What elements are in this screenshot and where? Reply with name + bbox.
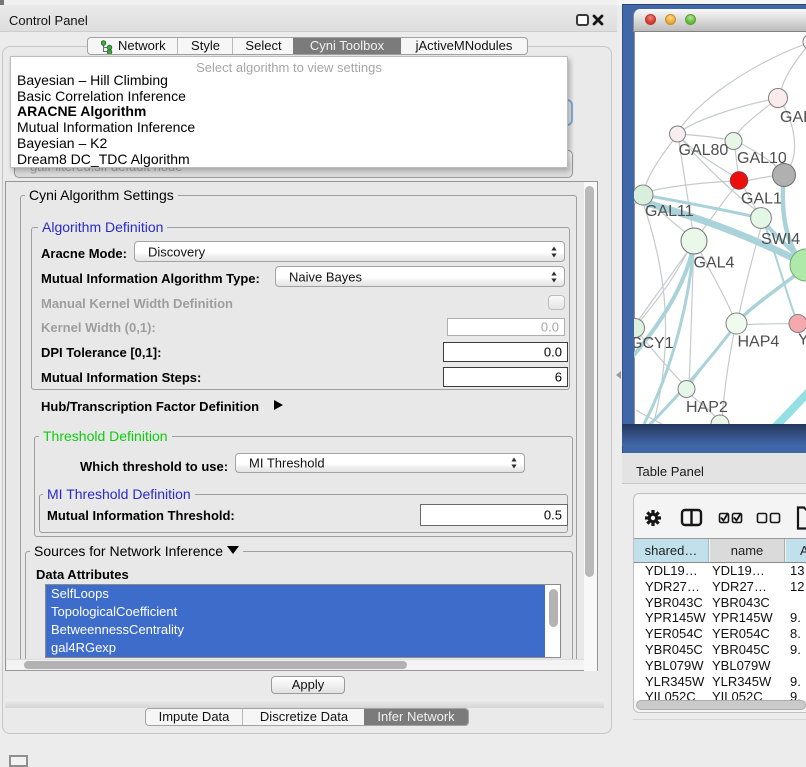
- svg-text:GAL2: GAL2: [780, 109, 806, 126]
- svg-text:YEL: YEL: [798, 332, 806, 349]
- svg-text:GAL4: GAL4: [694, 255, 735, 272]
- svg-text:GCY1: GCY1: [634, 335, 674, 352]
- svg-text:HAP2: HAP2: [686, 399, 728, 416]
- svg-text:GAL10: GAL10: [737, 150, 787, 167]
- svg-text:GAL80: GAL80: [679, 142, 729, 159]
- svg-text:GAL1: GAL1: [741, 191, 782, 208]
- svg-text:SWI4: SWI4: [761, 231, 800, 248]
- svg-text:GAL11: GAL11: [645, 203, 694, 220]
- svg-text:HAP4: HAP4: [738, 334, 780, 351]
